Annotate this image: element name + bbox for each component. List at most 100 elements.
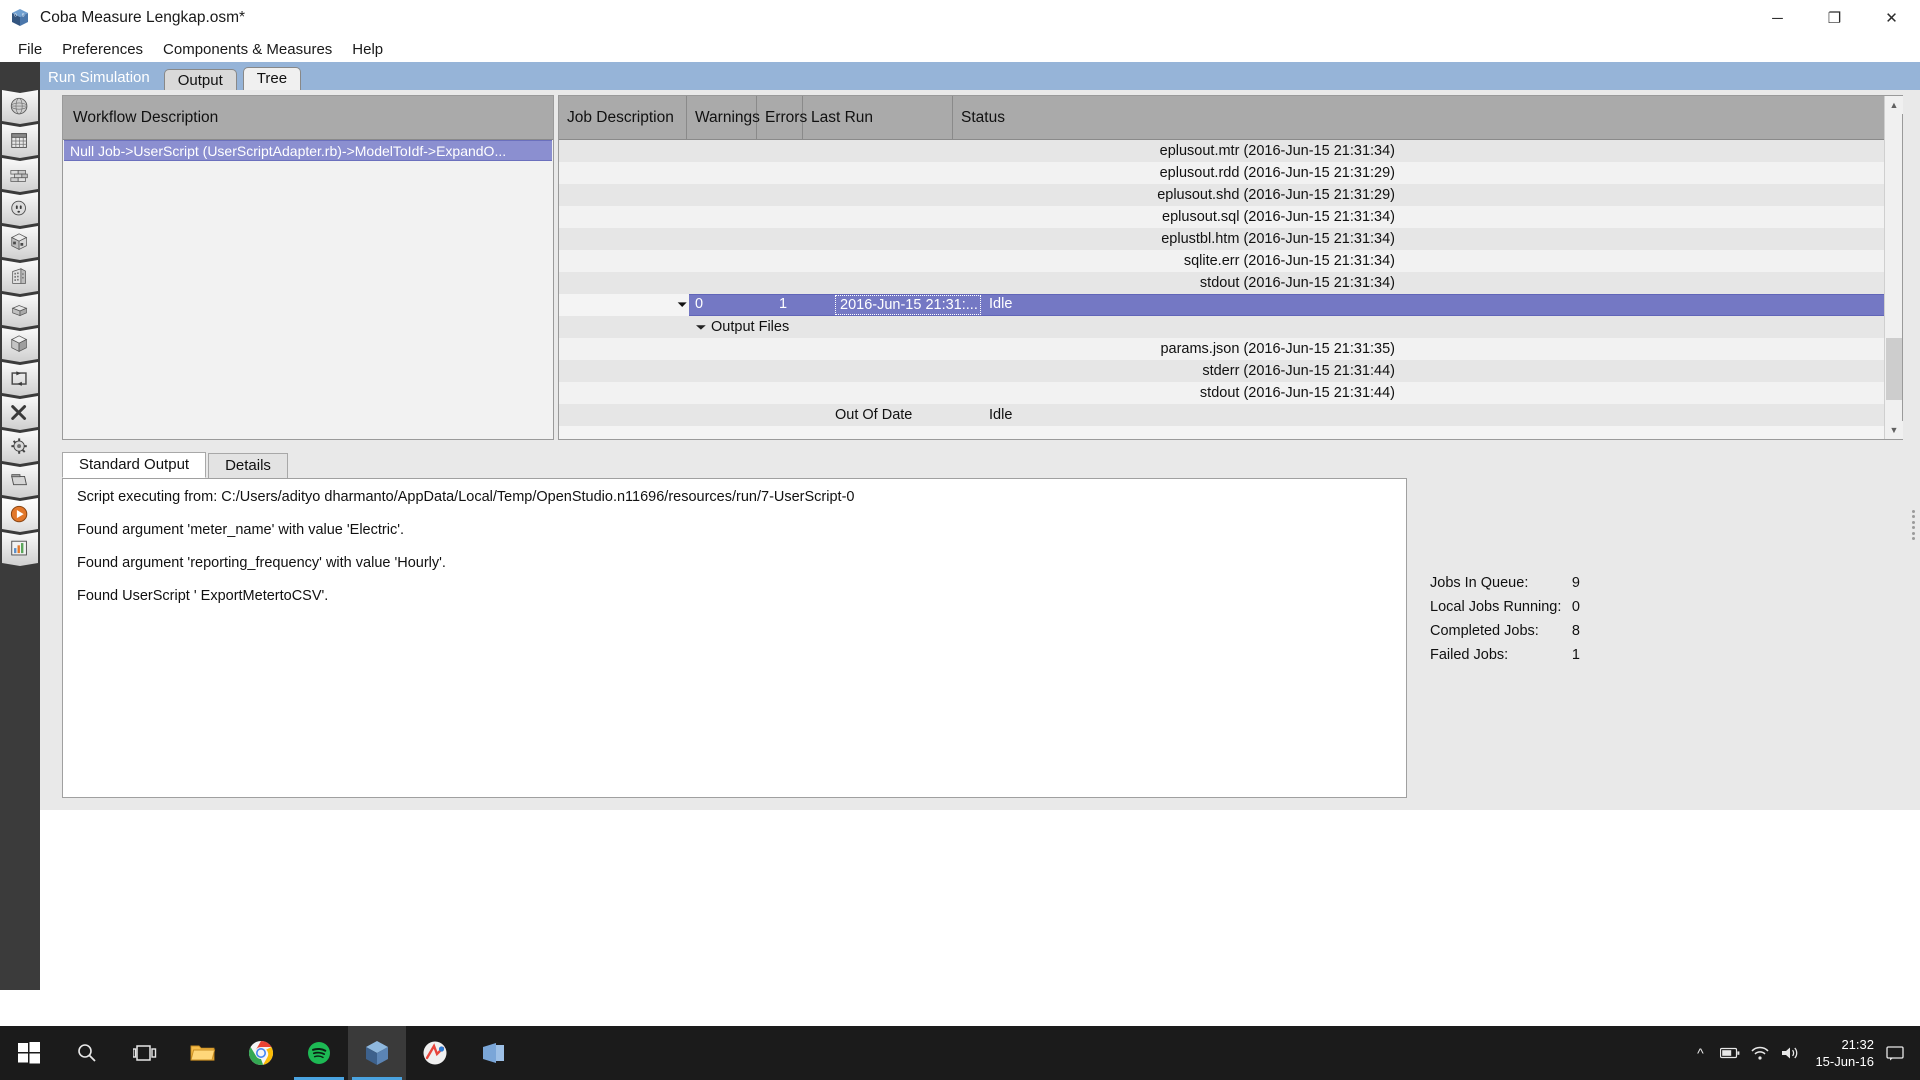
action-center-icon[interactable] (1880, 1026, 1910, 1080)
tab-output[interactable]: Output (163, 69, 237, 92)
table-row[interactable]: stderr (2016-Jun-15 21:31:44) (559, 360, 1902, 382)
table-row[interactable]: eplusout.sql (2016-Jun-15 21:31:34) (559, 206, 1902, 228)
openstudio-button[interactable] (348, 1026, 406, 1080)
maximize-button[interactable]: ❐ (1806, 0, 1863, 36)
cell-last-run: 2016-Jun-15 21:31:... (835, 295, 981, 315)
simulation-settings-icon (11, 474, 27, 486)
sidebar-item-variables[interactable] (2, 430, 38, 464)
column-header-last-run[interactable]: Last Run (803, 96, 953, 139)
tree-scrollbar[interactable]: ▲ ▼ (1884, 96, 1903, 439)
menu-preferences[interactable]: Preferences (52, 39, 153, 60)
sidebar-item-facility[interactable] (2, 294, 38, 328)
sidebar-item-schedules[interactable] (2, 124, 38, 158)
scroll-down-icon[interactable]: ▼ (1885, 421, 1903, 439)
menu-file[interactable]: File (8, 39, 52, 60)
tree-file-label: eplusout.mtr (2016-Jun-15 21:31:34) (1159, 143, 1395, 159)
workflow-description-panel: Workflow Description Null Job->UserScrip… (62, 95, 554, 440)
minimize-button[interactable]: ─ (1749, 0, 1806, 36)
tree-file-label: eplusout.shd (2016-Jun-15 21:31:29) (1157, 187, 1395, 203)
sidebar-item-results-summary[interactable] (2, 532, 38, 566)
sidebar-item-hvac-systems[interactable] (2, 396, 38, 430)
show-hidden-icons-chevron[interactable]: ^ (1685, 1026, 1715, 1080)
spaces-cube-icon (10, 335, 28, 353)
sidebar-item-simulation-settings[interactable] (2, 464, 38, 498)
sidebar-item-site[interactable] (2, 90, 38, 124)
google-chrome-button[interactable] (232, 1026, 290, 1080)
sketchup-button[interactable] (406, 1026, 464, 1080)
tab-strip: Run Simulation Output Tree (0, 62, 1920, 92)
search-button[interactable] (58, 1026, 116, 1080)
variables-gear-icon (11, 438, 27, 454)
sidebar-item-run-simulation[interactable] (2, 498, 38, 532)
openstudio-icon (366, 1041, 388, 1065)
start-button[interactable] (0, 1026, 58, 1080)
sidebar-item-thermal-zones[interactable] (2, 362, 38, 396)
table-row-selected[interactable]: ⏷ 0 1 2016-Jun-15 21:31:... Idle (559, 294, 1902, 316)
workflow-list[interactable]: Null Job->UserScript (UserScriptAdapter.… (63, 140, 553, 439)
column-header-job-description[interactable]: Job Description (559, 96, 687, 139)
counter-value: 1 (1571, 647, 1580, 663)
cell-job-description: 0 (695, 296, 704, 312)
space-types-cube-icon (10, 233, 28, 251)
scrollbar-thumb[interactable] (1886, 338, 1902, 400)
battery-icon[interactable] (1715, 1026, 1745, 1080)
menu-help[interactable]: Help (342, 39, 393, 60)
window-controls: ─ ❐ ✕ (1749, 0, 1920, 36)
tree-file-label: eplusout.rdd (2016-Jun-15 21:31:29) (1159, 165, 1395, 181)
output-files-group[interactable]: ⏷ Output Files (695, 319, 789, 335)
table-row[interactable]: eplusout.shd (2016-Jun-15 21:31:29) (559, 184, 1902, 206)
table-row[interactable]: sqlite.err (2016-Jun-15 21:31:34) (559, 250, 1902, 272)
sketchup-icon (423, 1041, 447, 1065)
tab-tree[interactable]: Tree (242, 67, 302, 91)
table-row[interactable]: Out Of Date Idle (559, 404, 1902, 426)
tab-details[interactable]: Details (208, 453, 288, 478)
scroll-up-icon[interactable]: ▲ (1885, 96, 1903, 114)
cell-warnings: 1 (779, 296, 788, 312)
panel-title: Run Simulation (48, 69, 150, 86)
file-explorer-button[interactable] (174, 1026, 232, 1080)
counter-value: 0 (1571, 599, 1580, 615)
table-row[interactable]: eplusout.rdd (2016-Jun-15 21:31:29) (559, 162, 1902, 184)
wifi-icon[interactable] (1745, 1026, 1775, 1080)
taskbar-clock[interactable]: 21:32 15-Jun-16 (1805, 1036, 1880, 1070)
column-header-errors[interactable]: Errors (757, 96, 807, 139)
table-row[interactable]: stdout (2016-Jun-15 21:31:44) (559, 382, 1902, 404)
table-row[interactable]: params.json (2016-Jun-15 21:31:35) (559, 338, 1902, 360)
resize-grip[interactable] (1912, 510, 1916, 540)
tree-file-label: stderr (2016-Jun-15 21:31:44) (1202, 363, 1395, 379)
task-view-button[interactable] (116, 1026, 174, 1080)
output-line: Found argument 'reporting_frequency' wit… (77, 555, 446, 571)
table-row-group[interactable]: ⏷ Output Files (559, 316, 1902, 338)
results-summary-chart-icon (11, 540, 27, 556)
column-header-warnings[interactable]: Warnings (687, 96, 760, 139)
openstudio-cube-icon: 0 5 (10, 8, 30, 28)
tab-strip-rail-cap (0, 62, 40, 90)
workflow-row[interactable]: Null Job->UserScript (UserScriptAdapter.… (64, 140, 552, 161)
facility-box-icon (11, 305, 28, 317)
column-header-status[interactable]: Status (953, 96, 1902, 139)
standard-output-textarea[interactable]: Script executing from: C:/Users/adityo d… (62, 478, 1407, 798)
spotify-icon (308, 1042, 330, 1064)
cell-last-run: Out Of Date (835, 407, 913, 423)
chevron-down-icon[interactable]: ⏷ (694, 320, 708, 335)
table-row[interactable]: stdout (2016-Jun-15 21:31:34) (559, 272, 1902, 294)
sidebar-item-building[interactable] (2, 260, 38, 294)
menu-components-measures[interactable]: Components & Measures (153, 39, 342, 60)
sidebar-item-space-types[interactable] (2, 226, 38, 260)
sidebar-item-loads[interactable] (2, 192, 38, 226)
powerpoint-button[interactable] (464, 1026, 522, 1080)
spotify-button[interactable] (290, 1026, 348, 1080)
system-tray: ^ 21:32 15-Jun-16 (1685, 1026, 1920, 1080)
volume-icon[interactable] (1775, 1026, 1805, 1080)
sidebar-item-constructions[interactable] (2, 158, 38, 192)
tree-file-label: params.json (2016-Jun-15 21:31:35) (1160, 341, 1395, 357)
work-area: Workflow Description Null Job->UserScrip… (40, 90, 1920, 810)
table-row[interactable]: eplustbl.htm (2016-Jun-15 21:31:34) (559, 228, 1902, 250)
sidebar-item-spaces[interactable] (2, 328, 38, 362)
table-row[interactable]: eplusout.mtr (2016-Jun-15 21:31:34) (559, 140, 1902, 162)
tab-standard-output[interactable]: Standard Output (62, 452, 207, 478)
close-button[interactable]: ✕ (1863, 0, 1920, 36)
output-tabs: Standard Output Details (62, 452, 290, 478)
job-tree-body[interactable]: eplusout.mtr (2016-Jun-15 21:31:34) eplu… (559, 140, 1902, 439)
chevron-down-icon[interactable]: ⏷ (677, 297, 687, 313)
